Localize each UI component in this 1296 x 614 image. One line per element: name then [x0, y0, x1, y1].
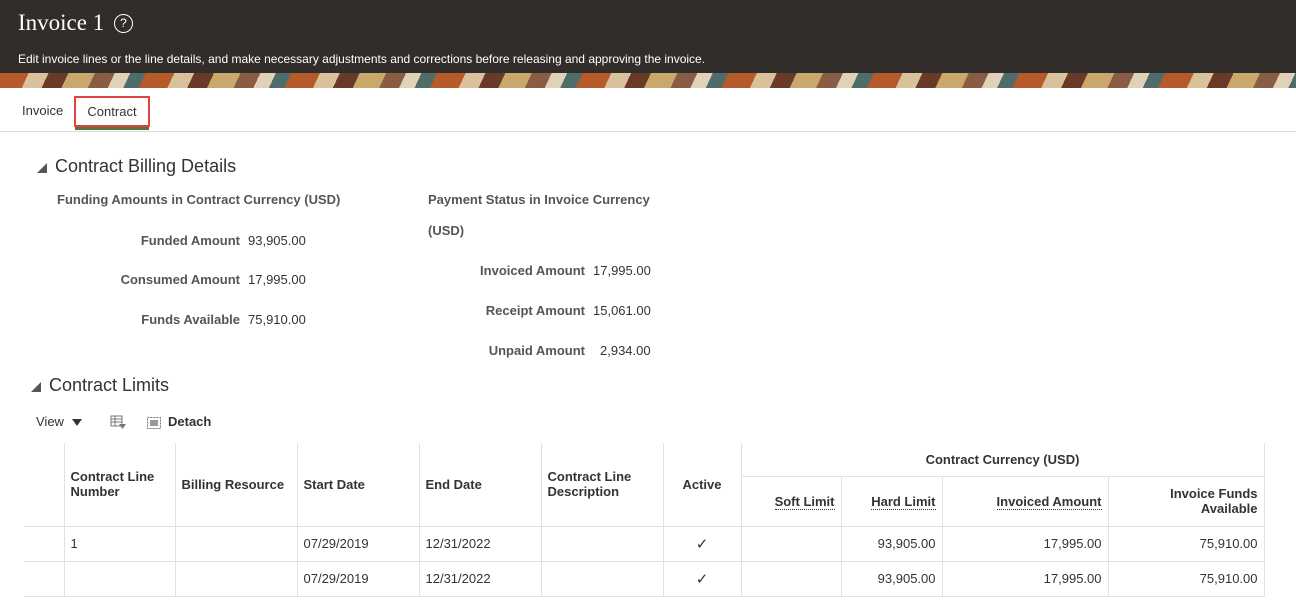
- funded-amount-label: Funded Amount: [140, 233, 240, 248]
- cell-start-date: 07/29/2019: [297, 526, 420, 562]
- page-description: Edit invoice lines or the line details, …: [18, 52, 706, 66]
- cell-invoice-funds-available: 75,910.00: [1108, 526, 1265, 562]
- page-header: Invoice 1 ? Edit invoice lines or the li…: [0, 0, 1296, 88]
- check-icon: ✓: [663, 561, 742, 597]
- invoiced-amount-col-label[interactable]: Invoiced Amount: [996, 493, 1102, 510]
- chevron-down-icon[interactable]: [72, 419, 82, 426]
- row-selector[interactable]: [24, 561, 65, 597]
- cell-start-date: 07/29/2019: [297, 561, 420, 597]
- section-contract-billing-details[interactable]: Contract Billing Details: [36, 156, 236, 177]
- table-row[interactable]: 07/29/2019 12/31/2022 ✓ 93,905.00 17,995…: [24, 561, 1296, 597]
- col-header-invoice-funds-available[interactable]: Invoice Funds Available: [1108, 476, 1265, 527]
- decorative-banner: [0, 73, 1296, 88]
- unpaid-amount-label: Unpaid Amount: [488, 343, 585, 358]
- section-title-limits: Contract Limits: [49, 375, 170, 395]
- col-header-billing-resource[interactable]: Billing Resource: [175, 443, 298, 527]
- help-icon[interactable]: ?: [114, 14, 133, 33]
- cell-billing-resource: [175, 561, 298, 597]
- cell-contract-line-description: [541, 561, 664, 597]
- filler-cell: [1264, 526, 1296, 561]
- cell-invoiced-amount: 17,995.00: [942, 561, 1109, 597]
- row-selector[interactable]: [24, 526, 65, 562]
- consumed-amount-label: Consumed Amount: [120, 272, 240, 287]
- freeze-columns-icon[interactable]: [110, 414, 126, 430]
- col-header-soft-limit[interactable]: Soft Limit: [741, 476, 842, 527]
- col-group-contract-currency: Contract Currency (USD): [741, 443, 1265, 477]
- cell-contract-line-number: 1: [64, 526, 176, 562]
- cell-billing-resource: [175, 526, 298, 562]
- cell-end-date: 12/31/2022: [419, 526, 542, 562]
- filler-cell: [1264, 561, 1296, 596]
- cell-hard-limit: 93,905.00: [841, 561, 943, 597]
- receipt-amount-value: 15,061.00: [593, 303, 651, 318]
- payment-group-label-currency: (USD): [428, 223, 465, 238]
- cell-contract-line-number: [64, 561, 176, 597]
- page-title: Invoice 1: [18, 10, 105, 35]
- col-header-active[interactable]: Active: [663, 443, 742, 527]
- col-header-contract-line-description[interactable]: Contract Line Description: [541, 443, 664, 527]
- table-row[interactable]: 1 07/29/2019 12/31/2022 ✓ 93,905.00 17,9…: [24, 526, 1296, 562]
- tab-contract[interactable]: Contract: [74, 96, 150, 127]
- contract-limits-table: Contract Line Number Billing Resource St…: [24, 443, 1296, 597]
- consumed-amount-value: 17,995.00: [248, 272, 306, 287]
- section-title-billing: Contract Billing Details: [55, 156, 237, 176]
- cell-hard-limit: 93,905.00: [841, 526, 943, 562]
- cell-contract-line-description: [541, 526, 664, 562]
- collapse-triangle-icon[interactable]: [36, 162, 47, 173]
- detach-button[interactable]: Detach: [168, 414, 211, 429]
- funds-available-value: 75,910.00: [248, 312, 306, 327]
- collapse-triangle-icon[interactable]: [30, 381, 41, 392]
- cell-invoiced-amount: 17,995.00: [942, 526, 1109, 562]
- section-contract-limits[interactable]: Contract Limits: [30, 375, 169, 396]
- invoiced-amount-value: 17,995.00: [593, 263, 651, 278]
- col-header-start-date[interactable]: Start Date: [297, 443, 420, 527]
- funds-available-label: Funds Available: [141, 312, 240, 327]
- invoiced-amount-label: Invoiced Amount: [480, 263, 585, 278]
- funding-group-label: Funding Amounts in Contract Currency (US…: [57, 192, 341, 207]
- col-header-contract-line-number[interactable]: Contract Line Number: [64, 443, 176, 527]
- funded-amount-value: 93,905.00: [248, 233, 306, 248]
- cell-invoice-funds-available: 75,910.00: [1108, 561, 1265, 597]
- soft-limit-label[interactable]: Soft Limit: [774, 493, 835, 510]
- col-header-end-date[interactable]: End Date: [419, 443, 542, 527]
- cell-soft-limit: [741, 561, 842, 597]
- detach-icon[interactable]: [146, 414, 162, 430]
- cell-end-date: 12/31/2022: [419, 561, 542, 597]
- filler-header: [1264, 443, 1296, 526]
- receipt-amount-label: Receipt Amount: [485, 303, 585, 318]
- cell-soft-limit: [741, 526, 842, 562]
- active-tab-indicator: [75, 127, 149, 130]
- hard-limit-label[interactable]: Hard Limit: [871, 493, 936, 510]
- row-selector-header: [24, 443, 65, 527]
- check-icon: ✓: [663, 526, 742, 562]
- view-menu-button[interactable]: View: [36, 414, 64, 429]
- col-header-hard-limit[interactable]: Hard Limit: [841, 476, 943, 527]
- tab-invoice[interactable]: Invoice: [22, 103, 63, 118]
- tab-bar: Invoice Contract: [0, 96, 1296, 132]
- col-header-invoiced-amount[interactable]: Invoiced Amount: [942, 476, 1109, 527]
- unpaid-amount-value: 2,934.00: [600, 343, 651, 358]
- payment-group-label: Payment Status in Invoice Currency: [428, 192, 650, 207]
